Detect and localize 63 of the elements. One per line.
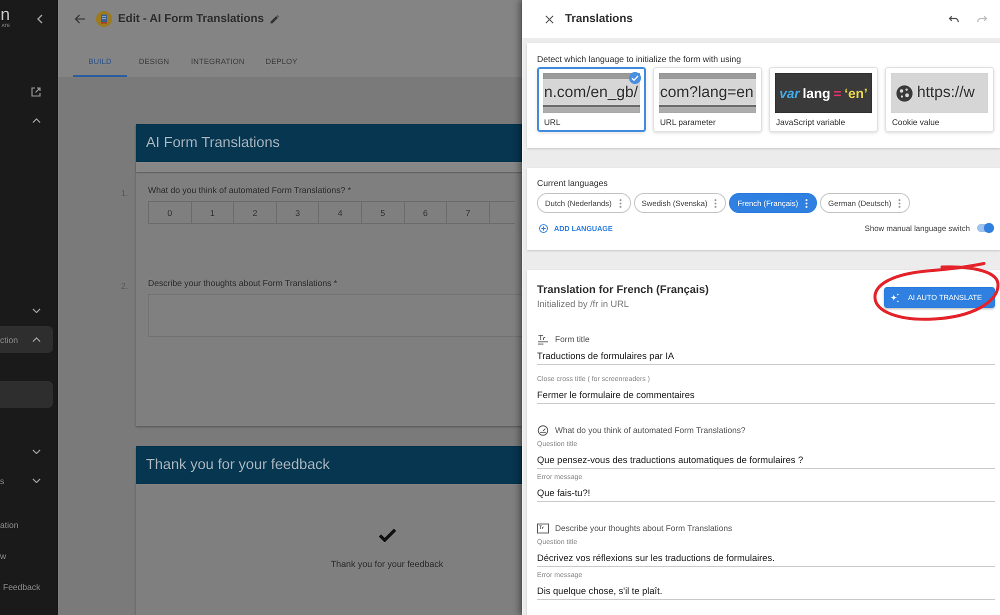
chevron-down-icon[interactable] [32, 478, 41, 484]
close-icon[interactable] [545, 14, 554, 24]
plus-circle-icon [539, 224, 548, 232]
cookie-icon [896, 84, 913, 102]
chevron-down-icon[interactable] [32, 448, 41, 454]
text-box-icon [537, 522, 549, 534]
code-preview: var lang = ‘en’ [775, 73, 872, 113]
scale-option[interactable]: 1 [190, 201, 234, 224]
panel-title: Translations [565, 13, 633, 25]
check-icon [378, 528, 396, 542]
page-title: Edit - AI Form Translations [118, 13, 264, 25]
undo-icon[interactable] [948, 15, 960, 23]
three-dots-icon[interactable] [618, 198, 622, 208]
detect-option[interactable]: com?lang=en URL parameter [653, 67, 762, 132]
sidebar-item[interactable]: ction [0, 326, 53, 353]
form-section-header: AI Form Translations [136, 124, 522, 172]
scale-option[interactable]: 4 [318, 201, 362, 224]
gauge-icon [537, 424, 549, 436]
three-dots-icon[interactable] [898, 198, 902, 208]
back-arrow-icon[interactable] [74, 14, 86, 24]
chevron-down-icon[interactable] [32, 308, 41, 314]
question-label: Describe your thoughts about Form Translations * [148, 278, 338, 289]
thanks-message: Thank you for your feedback [330, 559, 444, 569]
scale-option[interactable]: 7 [446, 201, 490, 224]
toggle-switch[interactable] [976, 223, 994, 233]
section-heading: What do you think of automated Form Translations? [555, 425, 746, 435]
url-preview: com?lang=en [659, 73, 756, 113]
text-field[interactable]: Dis quelque chose, s'il te plaît. [537, 582, 995, 600]
chevron-up-icon[interactable] [32, 118, 41, 124]
sparkle-icon [890, 292, 900, 302]
preview-text: https://w [917, 84, 975, 102]
url-preview: n.com/en_gb/ [543, 73, 640, 113]
document-badge-icon [96, 11, 112, 27]
question-label: What do you think of automated Form Translations? * [148, 185, 352, 196]
section-label: Current languages [537, 178, 608, 188]
title-icon [537, 334, 549, 344]
pencil-icon[interactable] [270, 14, 279, 24]
detect-option[interactable]: https://w Cookie value [885, 67, 994, 132]
translation-subtitle: Initialized by /fr in URL [537, 299, 630, 310]
scale-option[interactable]: 3 [276, 201, 320, 224]
text-field[interactable]: Que fais-tu?! [537, 484, 995, 502]
text-field[interactable]: Fermer le formulaire de commentaires [537, 386, 995, 404]
section-heading: Describe your thoughts about Form Translations [555, 523, 732, 533]
scale-option[interactable]: 2 [233, 201, 277, 224]
three-dots-icon[interactable] [805, 198, 808, 208]
scale-option[interactable]: 6 [404, 201, 448, 224]
chevron-up-icon[interactable] [32, 336, 41, 342]
section-label: Detect which language to initialize the form with using [537, 54, 741, 64]
three-dots-icon[interactable] [714, 198, 718, 208]
detect-option[interactable]: var lang = ‘en’ JavaScript variable [769, 67, 878, 132]
form-section-header: Thank you for your feedback [136, 446, 522, 484]
text-field[interactable]: Traductions de formulaires par IA [537, 347, 995, 365]
text-field[interactable]: Décrivez vos réflexions sur les traductions de formulaires. [537, 549, 995, 567]
scale-option[interactable]: 5 [360, 201, 405, 224]
logo-text: n [0, 8, 10, 22]
check-badge-icon [629, 72, 641, 84]
chevron-left-icon[interactable] [37, 14, 43, 24]
translation-title: Translation for French (Français) [537, 283, 709, 297]
text-field[interactable]: Que pensez-vous des traductions automatiques de formulaires ? [537, 451, 995, 469]
section-heading: Form title [555, 334, 590, 344]
detect-option[interactable]: n.com/en_gb/ URL [537, 67, 646, 132]
external-link-icon[interactable] [31, 86, 41, 96]
scale-option[interactable]: 0 [148, 201, 192, 224]
